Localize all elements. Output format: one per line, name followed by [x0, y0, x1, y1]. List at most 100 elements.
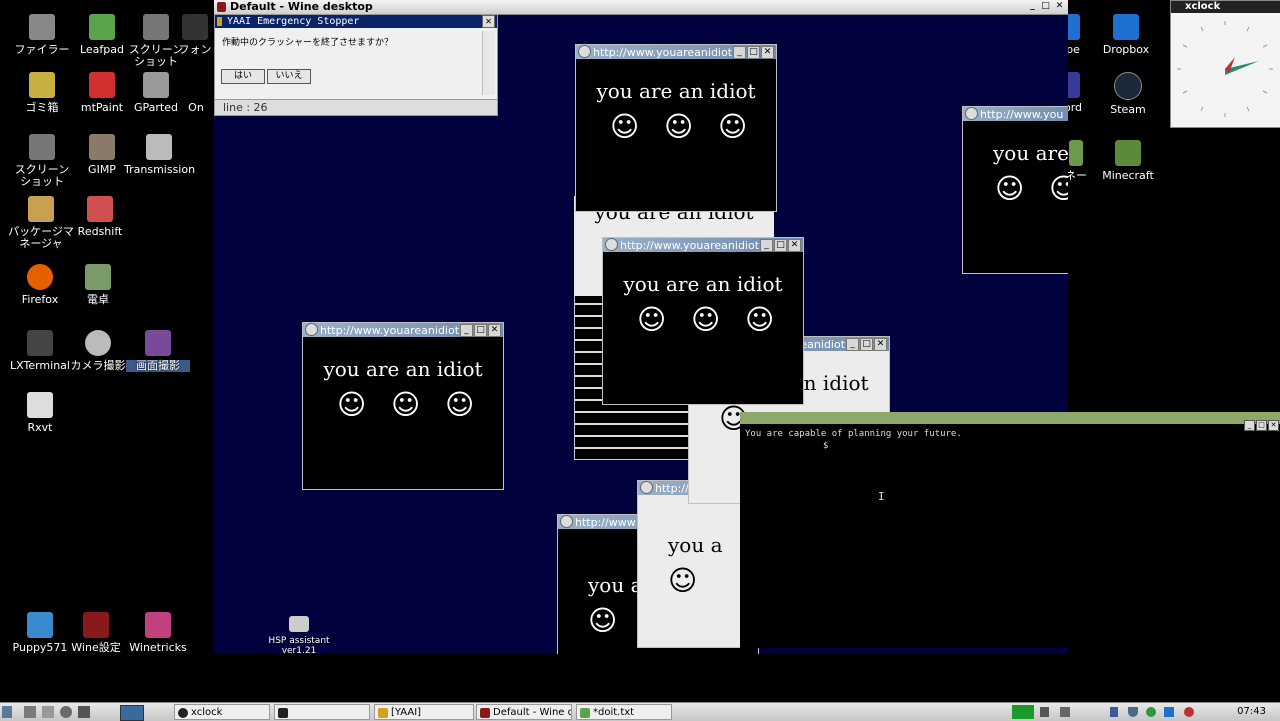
- desktop-icon-lxterminal[interactable]: LXTerminal: [6, 330, 74, 372]
- desktop-icon-filer[interactable]: ファイラー: [10, 14, 74, 56]
- idiot-window-titlebar[interactable]: http://www.you: [963, 107, 1068, 121]
- globe-icon: [578, 45, 591, 58]
- smiley-icon: ☺: [391, 388, 421, 421]
- desktop-icon-font[interactable]: フォン: [176, 14, 214, 56]
- volume-icon[interactable]: [1040, 707, 1049, 717]
- update-icon[interactable]: [1146, 707, 1156, 717]
- desktop-icon-redshift[interactable]: Redshift: [68, 196, 132, 238]
- idiot-window-center[interactable]: http://www.youareanidiot. _ □ ✕ you are an …: [602, 237, 804, 405]
- app-icon: [183, 72, 209, 98]
- workspace-icon[interactable]: [120, 705, 144, 721]
- taskbar-clock[interactable]: 07:43: [1237, 704, 1266, 720]
- hsp-assistant-icon: [289, 616, 309, 632]
- desktop-icon-screenshot-2[interactable]: スクリーン ショット: [10, 134, 74, 188]
- desktop-icon-firefox[interactable]: Firefox: [8, 264, 72, 306]
- yaai-dialog[interactable]: YAAI Emergency Stopper ✕ 作動中のクラッシャーを終了させ…: [214, 14, 498, 116]
- task-yaai[interactable]: [YAAI]: [374, 704, 474, 720]
- yaai-titlebar[interactable]: YAAI Emergency Stopper ✕: [215, 15, 497, 28]
- shield-icon[interactable]: [1128, 707, 1138, 717]
- idiot-window-left[interactable]: http://www.youareanidiot. _ □ ✕ you are an …: [302, 322, 504, 490]
- terminal-icon: [278, 708, 288, 718]
- bluetooth-icon[interactable]: [1110, 707, 1118, 717]
- quicklaunch-icon[interactable]: [78, 706, 90, 718]
- maximize-button[interactable]: □: [474, 324, 487, 337]
- close-button[interactable]: ✕: [482, 15, 495, 28]
- minimize-button[interactable]: _: [460, 324, 473, 337]
- text-cursor-icon: I: [878, 490, 885, 503]
- desktop-icon-camera[interactable]: カメラ撮影: [66, 330, 130, 372]
- desktop-icon-puppy[interactable]: Puppy571: [8, 612, 72, 654]
- smiley-icon: ☺: [745, 303, 775, 336]
- xclock-titlebar[interactable]: xclock: [1171, 1, 1280, 13]
- close-button[interactable]: ✕: [1054, 1, 1065, 12]
- wine-icon: [217, 2, 226, 12]
- close-button[interactable]: ✕: [1268, 420, 1279, 431]
- minimize-button[interactable]: _: [846, 338, 859, 351]
- terminal-window[interactable]: _ □ ✕ You are capable of planning your fut…: [740, 412, 1280, 648]
- status-line: line : 26: [215, 99, 497, 115]
- desktop-icon-steam[interactable]: Steam: [1096, 72, 1160, 116]
- desktop-icon-transmission[interactable]: Transmission: [124, 134, 195, 176]
- app-icon: [217, 17, 222, 26]
- maximize-button[interactable]: □: [774, 239, 787, 252]
- desktop-icon-calculator[interactable]: 電卓: [66, 264, 130, 306]
- desktop-icon-screen-record[interactable]: 画面撮影: [126, 330, 190, 372]
- desktop-icon-hsp-assistant[interactable]: HSP assistant ver1.21: [266, 616, 332, 654]
- smiley-icon: ☺: [995, 172, 1025, 205]
- package-manager-icon: [28, 196, 54, 222]
- terminal-titlebar[interactable]: _ □ ✕: [740, 412, 1280, 431]
- desktop-icon-rxvt[interactable]: Rxvt: [8, 392, 72, 434]
- desktop-icon-on[interactable]: On: [178, 72, 214, 114]
- globe-icon: [605, 238, 618, 251]
- desktop-icon-winetricks[interactable]: Winetricks: [126, 612, 190, 654]
- idiot-window-top[interactable]: http://www.youareanidiot. _ □ ✕ you are an …: [575, 44, 777, 212]
- desktop-icon-trash[interactable]: ゴミ箱: [10, 72, 74, 114]
- task-terminal[interactable]: [274, 704, 370, 720]
- idiot-window-right[interactable]: http://www.you you are an idiot ☺☺: [962, 106, 1068, 274]
- idiot-window-titlebar[interactable]: http://www.youareanidiot._□✕: [576, 45, 776, 59]
- task-wine-desktop[interactable]: Default - Wine d…: [476, 704, 572, 720]
- maximize-button[interactable]: □: [747, 46, 760, 59]
- app-icon: [1066, 72, 1080, 98]
- app-icon: [1069, 140, 1083, 166]
- quicklaunch-icon[interactable]: [42, 706, 54, 718]
- task-xclock[interactable]: xclock: [174, 704, 270, 720]
- desktop-icon-wine-config[interactable]: Wine設定: [64, 612, 128, 654]
- network-icon[interactable]: [1060, 707, 1070, 717]
- globe-icon: [560, 515, 573, 528]
- close-button[interactable]: ✕: [788, 239, 801, 252]
- idiot-window-titlebar[interactable]: http://www.youareanidiot._□✕: [603, 238, 803, 252]
- minimize-button[interactable]: _: [1244, 420, 1255, 431]
- xclock-window[interactable]: xclock: [1170, 0, 1280, 128]
- menu-icon[interactable]: [2, 706, 12, 718]
- quicklaunch-icon[interactable]: [60, 706, 72, 718]
- quicklaunch-icon[interactable]: [24, 706, 36, 718]
- yes-button[interactable]: はい: [221, 69, 265, 84]
- desktop-icon-package-manager[interactable]: パッケージマ ネージャ: [6, 196, 76, 250]
- desktop-icon-minecraft[interactable]: Minecraft: [1096, 140, 1160, 182]
- desktop-icon-dropbox[interactable]: Dropbox: [1094, 14, 1158, 56]
- transmission-icon: [146, 134, 172, 160]
- task-leafpad[interactable]: *doit.txt: [576, 704, 672, 720]
- maximize-button[interactable]: □: [1256, 420, 1267, 431]
- power-icon[interactable]: [1184, 707, 1194, 717]
- maximize-button[interactable]: □: [860, 338, 873, 351]
- folder-icon: [378, 708, 388, 718]
- idiot-window-titlebar[interactable]: http://www.youareanidiot._□✕: [303, 323, 503, 337]
- minimize-button[interactable]: _: [1027, 1, 1038, 12]
- dropbox-tray-icon[interactable]: [1164, 707, 1174, 717]
- minimize-button[interactable]: _: [760, 239, 773, 252]
- mtpaint-icon: [89, 72, 115, 98]
- maximize-button[interactable]: □: [1040, 1, 1051, 12]
- scrollbar[interactable]: [482, 31, 495, 95]
- terminal-output[interactable]: You are capable of planning your future.…: [740, 424, 1280, 456]
- close-button[interactable]: ✕: [761, 46, 774, 59]
- wine-titlebar[interactable]: Default - Wine desktop _ □ ✕: [214, 0, 1068, 15]
- calculator-icon: [85, 264, 111, 290]
- minimize-button[interactable]: _: [733, 46, 746, 59]
- close-button[interactable]: ✕: [488, 324, 501, 337]
- no-button[interactable]: いいえ: [267, 69, 311, 84]
- close-button[interactable]: ✕: [874, 338, 887, 351]
- smiley-icon: ☺: [610, 110, 640, 143]
- cpu-monitor: [1012, 705, 1034, 719]
